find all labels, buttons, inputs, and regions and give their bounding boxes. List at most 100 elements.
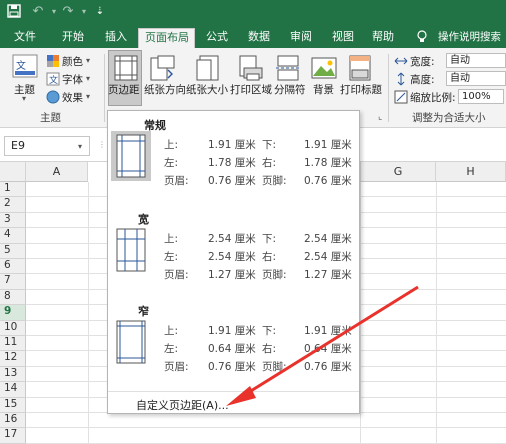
- row-header[interactable]: 3: [0, 212, 26, 229]
- column-header-a[interactable]: A: [26, 162, 88, 182]
- tab-home[interactable]: 开始: [56, 28, 90, 48]
- tab-view[interactable]: 视图: [326, 28, 360, 48]
- column-gridline: [88, 182, 89, 444]
- wide-margins-icon: [116, 228, 146, 272]
- page-setup-launcher-icon[interactable]: ⌞: [378, 112, 382, 122]
- preset-value: 2.54 厘米: [208, 233, 256, 245]
- colors-dropdown-icon[interactable]: ▾: [86, 56, 90, 65]
- preset-label: 下:: [262, 233, 277, 245]
- orientation-button[interactable]: 纸张方向: [144, 82, 186, 97]
- ribbon-tabs: 文件 开始 插入 页面布局 公式 数据 审阅 视图 帮助 操作说明搜索: [0, 26, 506, 48]
- column-gridline: [436, 182, 437, 444]
- ribbon-separator: [104, 54, 105, 122]
- row-header[interactable]: 12: [0, 351, 26, 367]
- effects-button[interactable]: 效果: [62, 90, 83, 105]
- tab-review[interactable]: 审阅: [284, 28, 318, 48]
- tab-formulas[interactable]: 公式: [200, 28, 234, 48]
- ribbon-separator: [388, 54, 389, 122]
- margin-preset-normal[interactable]: 常规 上: 1.91 厘米 下: 1.91 厘米 左: 1.78 厘米 右: 1…: [108, 113, 359, 203]
- save-icon[interactable]: [6, 4, 22, 20]
- preset-value: 2.54 厘米: [304, 233, 352, 245]
- fonts-icon: 文: [46, 72, 60, 86]
- width-select[interactable]: 自动: [446, 53, 506, 68]
- svg-text:文: 文: [16, 59, 26, 72]
- row-header[interactable]: 7: [0, 274, 26, 290]
- preset-name: 窄: [138, 305, 149, 318]
- row-header[interactable]: 5: [0, 243, 26, 259]
- row-header[interactable]: 4: [0, 228, 26, 244]
- scale-label: 缩放比例:: [410, 92, 456, 104]
- preset-label: 页脚:: [262, 269, 287, 281]
- margin-preset-wide[interactable]: 宽 上: 2.54 厘米 下: 2.54 厘米 左: 2.54 厘米 右: 2.…: [108, 207, 359, 297]
- preset-label: 页眉:: [164, 269, 189, 281]
- custom-margins-label: 自定义页边距(A)...: [136, 399, 229, 412]
- size-button[interactable]: 纸张大小: [186, 82, 228, 97]
- row-header[interactable]: 11: [0, 336, 26, 352]
- tab-data[interactable]: 数据: [242, 28, 276, 48]
- height-select[interactable]: 自动: [446, 71, 506, 86]
- lightbulb-icon: [417, 30, 427, 42]
- row-header[interactable]: 2: [0, 197, 26, 213]
- title-bar: ↶ ▾ ↷ ▾ ⇣: [0, 0, 506, 26]
- column-header-h[interactable]: H: [436, 162, 506, 182]
- row-header[interactable]: 14: [0, 382, 26, 398]
- effects-dropdown-icon[interactable]: ▾: [86, 92, 90, 101]
- name-box-dropdown-icon[interactable]: ▾: [78, 142, 82, 151]
- row-header[interactable]: 13: [0, 366, 26, 383]
- undo-icon[interactable]: ↶: [30, 4, 46, 20]
- fonts-button[interactable]: 字体: [62, 72, 83, 87]
- fonts-dropdown-icon[interactable]: ▾: [86, 74, 90, 83]
- row-header[interactable]: 16: [0, 413, 26, 429]
- preset-label: 右:: [262, 251, 277, 263]
- row-header[interactable]: 15: [0, 397, 26, 413]
- breaks-button[interactable]: 分隔符: [274, 82, 306, 97]
- margin-preset-narrow[interactable]: 窄 上: 1.91 厘米 下: 1.91 厘米 左: 0.64 厘米 右: 0.…: [108, 299, 359, 389]
- preset-highlight: [111, 131, 151, 181]
- preset-value: 0.64 厘米: [208, 343, 256, 355]
- row-header[interactable]: 8: [0, 289, 26, 306]
- select-all-corner[interactable]: [0, 162, 26, 182]
- scale-spinner[interactable]: 100%: [458, 89, 504, 104]
- tell-me-search[interactable]: 操作说明搜索: [432, 28, 506, 48]
- tab-help[interactable]: 帮助: [366, 28, 400, 48]
- redo-icon[interactable]: ↷: [60, 4, 76, 20]
- breaks-icon[interactable]: [274, 54, 302, 82]
- tab-insert[interactable]: 插入: [99, 28, 133, 48]
- row-header[interactable]: 17: [0, 428, 26, 444]
- tab-file[interactable]: 文件: [8, 28, 42, 48]
- width-label: 宽度:: [410, 56, 435, 68]
- scale-group-label: 调整为合适大小: [412, 112, 486, 124]
- scale-icon: [394, 90, 408, 104]
- themes-icon[interactable]: 文: [12, 54, 38, 78]
- preset-value: 0.76 厘米: [304, 175, 352, 187]
- tab-page-layout[interactable]: 页面布局: [138, 28, 195, 48]
- row-header[interactable]: 6: [0, 259, 26, 275]
- size-icon[interactable]: [194, 54, 222, 82]
- print-area-icon[interactable]: [236, 54, 264, 82]
- background-button[interactable]: 背景: [313, 82, 334, 97]
- orientation-icon[interactable]: [148, 54, 176, 82]
- customize-toolbar-icon[interactable]: ⇣: [92, 4, 108, 20]
- preset-label: 上:: [164, 139, 179, 151]
- svg-text:文: 文: [49, 74, 58, 86]
- print-titles-button[interactable]: 打印标题: [340, 82, 382, 97]
- width-icon: [394, 57, 408, 65]
- preset-label: 下:: [262, 325, 277, 337]
- preset-label: 上:: [164, 233, 179, 245]
- background-icon[interactable]: [310, 54, 338, 82]
- print-titles-icon[interactable]: [346, 54, 374, 82]
- print-area-button[interactable]: 打印区域: [230, 82, 272, 97]
- preset-thumbnail: [111, 225, 151, 275]
- themes-dropdown-icon[interactable]: ▾: [22, 94, 26, 103]
- preset-label: 左:: [164, 251, 179, 263]
- row-header[interactable]: 9: [0, 305, 26, 321]
- custom-margins-item[interactable]: 自定义页边距(A)...: [108, 391, 359, 413]
- row-header[interactable]: 1: [0, 182, 26, 198]
- colors-button[interactable]: 颜色: [62, 54, 83, 69]
- column-header-g[interactable]: G: [360, 162, 436, 182]
- narrow-margins-icon: [116, 320, 146, 364]
- themes-group-label: 主题: [40, 112, 61, 124]
- redo-dropdown-icon[interactable]: ▾: [76, 4, 92, 20]
- preset-value: 1.78 厘米: [304, 157, 352, 169]
- row-header[interactable]: 10: [0, 320, 26, 336]
